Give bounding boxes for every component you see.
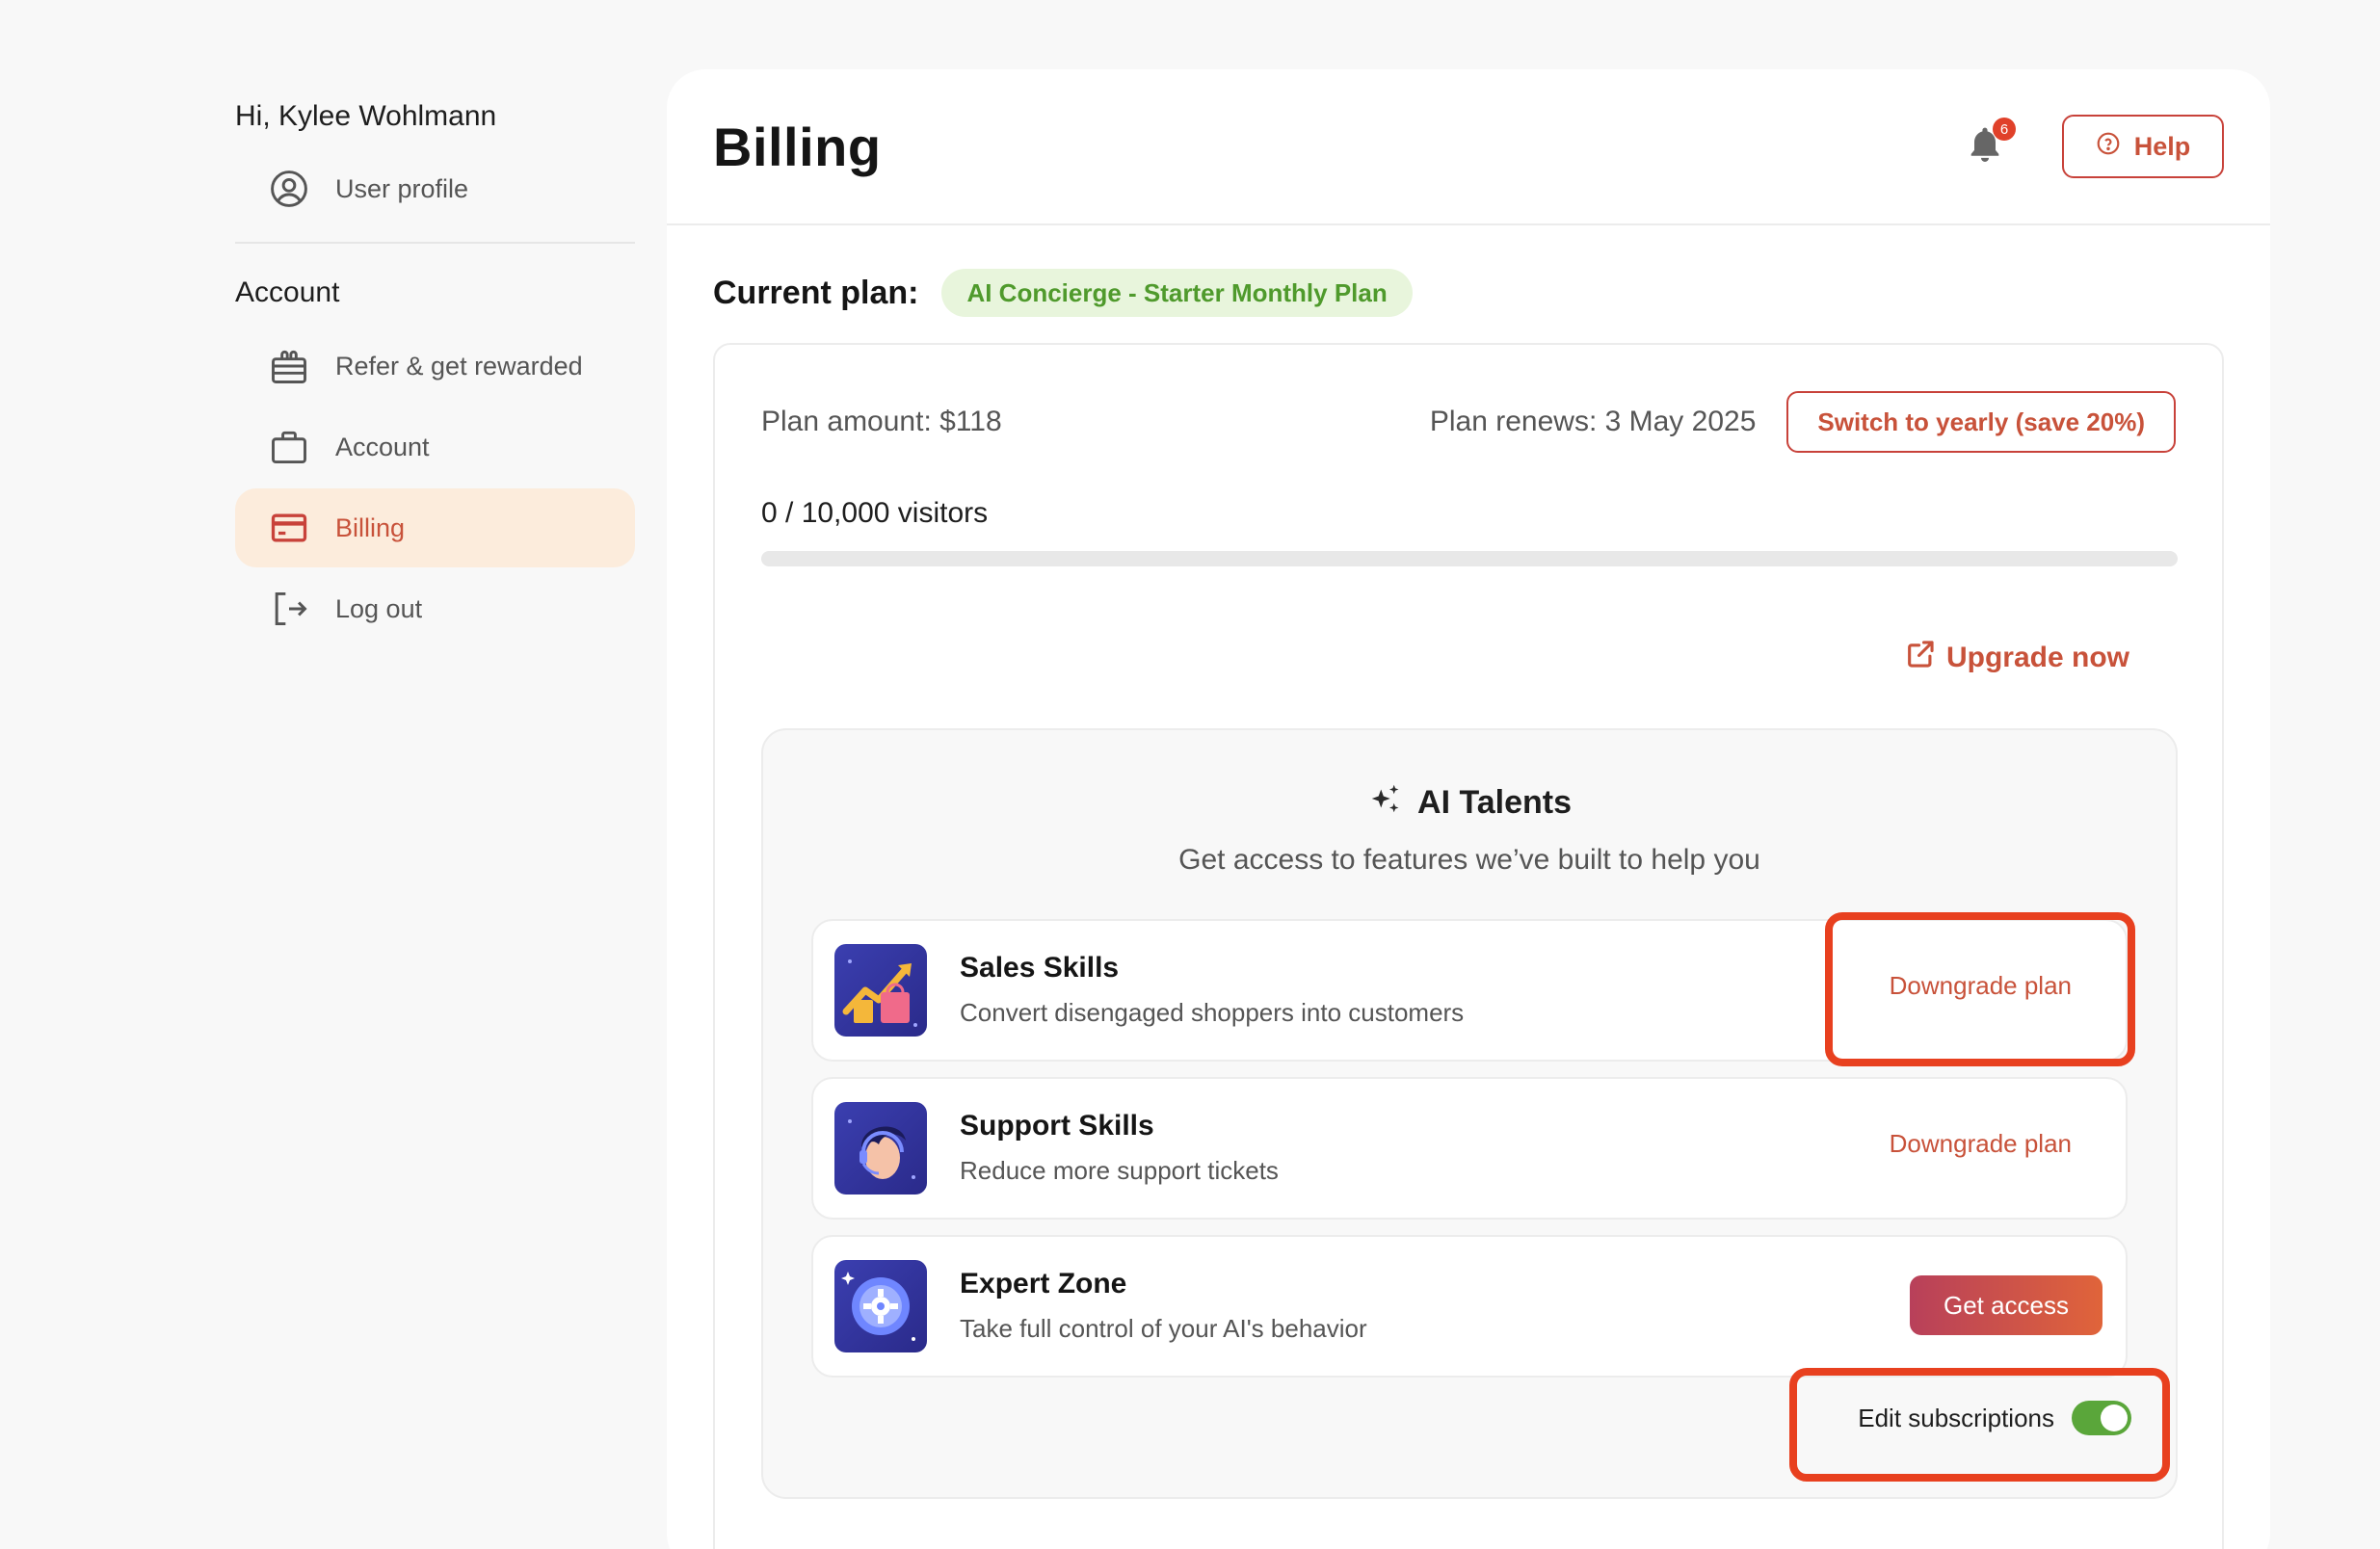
toggle-knob xyxy=(2101,1405,2128,1431)
plan-amount-row: Plan amount: $118 Plan renews: 3 May 202… xyxy=(761,391,2176,453)
page-title: Billing xyxy=(713,116,882,177)
briefcase-icon xyxy=(268,426,310,468)
sparkles-icon xyxy=(1367,780,1417,826)
support-agent-icon xyxy=(834,1102,927,1195)
ai-talents-title-text: AI Talents xyxy=(1417,784,1572,821)
downgrade-plan-button[interactable]: Downgrade plan xyxy=(1890,971,2072,1001)
sidebar-item-logout[interactable]: Log out xyxy=(235,569,635,648)
plan-renew-group: Plan renews: 3 May 2025 Switch to yearly… xyxy=(1430,391,2176,453)
billing-panel: Billing 6 Help Current plan: AI Concierg… xyxy=(667,69,2270,1549)
sidebar-item-user-profile[interactable]: User profile xyxy=(235,149,635,228)
gift-icon xyxy=(268,345,310,387)
sales-chart-icon xyxy=(834,944,927,1037)
visitors-count: 0 / 10,000 visitors xyxy=(761,497,989,529)
skill-description: Convert disengaged shoppers into custome… xyxy=(960,998,1465,1027)
edit-subscriptions-toggle[interactable] xyxy=(2072,1401,2131,1435)
skill-description: Take full control of your AI's behavior xyxy=(960,1314,1367,1343)
credit-card-icon xyxy=(268,507,310,549)
plan-renews: Plan renews: 3 May 2025 xyxy=(1429,406,1757,437)
plan-amount: Plan amount: $118 xyxy=(761,406,1002,437)
current-plan-row: Current plan: AI Concierge - Starter Mon… xyxy=(713,268,2270,318)
sidebar-item-label: User profile xyxy=(335,173,469,203)
sidebar-item-label: Log out xyxy=(335,593,423,623)
visitors-progress-bar xyxy=(761,551,2178,566)
switch-yearly-button[interactable]: Switch to yearly (save 20%) xyxy=(1786,391,2176,453)
gear-icon xyxy=(834,1260,927,1352)
skill-card-expert: Expert Zone Take full control of your AI… xyxy=(811,1235,2128,1378)
skill-card-support: Support Skills Reduce more support ticke… xyxy=(811,1077,2128,1220)
sidebar-item-account[interactable]: Account xyxy=(235,407,635,486)
sidebar-item-label: Refer & get rewarded xyxy=(335,351,583,381)
sidebar-section-title: Account xyxy=(235,276,340,308)
sidebar-item-refer[interactable]: Refer & get rewarded xyxy=(235,327,635,406)
bell-icon xyxy=(1964,127,2006,170)
plan-badge: AI Concierge - Starter Monthly Plan xyxy=(941,269,1413,317)
header-actions: 6 Help xyxy=(1964,115,2224,178)
skill-card-sales: Sales Skills Convert disengaged shoppers… xyxy=(811,919,2128,1062)
current-plan-label: Current plan: xyxy=(713,274,919,311)
external-link-icon xyxy=(1904,638,1946,678)
help-button[interactable]: Help xyxy=(2062,115,2224,178)
notifications-button[interactable]: 6 xyxy=(1964,118,2016,170)
downgrade-plan-button[interactable]: Downgrade plan xyxy=(1890,1129,2072,1159)
upgrade-now-label: Upgrade now xyxy=(1945,642,2129,673)
page-header: Billing 6 Help xyxy=(667,69,2270,225)
sidebar: Hi, Kylee Wohlmann User profile Account … xyxy=(235,92,635,650)
sidebar-divider xyxy=(235,242,635,244)
ai-talents-section: AI Talents Get access to features we’ve … xyxy=(761,728,2178,1499)
sidebar-item-billing[interactable]: Billing xyxy=(235,488,635,567)
upgrade-now-link[interactable]: Upgrade now xyxy=(1904,638,2129,678)
logout-icon xyxy=(268,588,310,630)
skill-description: Reduce more support tickets xyxy=(960,1156,1279,1185)
plan-details-card: Plan amount: $118 Plan renews: 3 May 202… xyxy=(713,343,2224,1549)
user-circle-icon xyxy=(268,168,310,210)
help-label: Help xyxy=(2133,131,2191,161)
notification-badge: 6 xyxy=(1993,118,2016,141)
skill-name: Support Skills xyxy=(960,1110,1154,1142)
skill-name: Expert Zone xyxy=(960,1268,1127,1300)
ai-talents-title: AI Talents xyxy=(763,780,2176,826)
sidebar-item-label: Account xyxy=(335,432,430,461)
skill-name: Sales Skills xyxy=(960,952,1120,984)
edit-subscriptions-row: Edit subscriptions xyxy=(1858,1401,2131,1435)
question-circle-icon xyxy=(2096,131,2134,163)
ai-talents-subtitle: Get access to features we’ve built to he… xyxy=(1178,844,1760,876)
edit-subscriptions-label: Edit subscriptions xyxy=(1858,1403,2054,1432)
greeting: Hi, Kylee Wohlmann xyxy=(235,100,497,132)
sidebar-item-label: Billing xyxy=(335,512,406,542)
get-access-button[interactable]: Get access xyxy=(1910,1275,2102,1335)
